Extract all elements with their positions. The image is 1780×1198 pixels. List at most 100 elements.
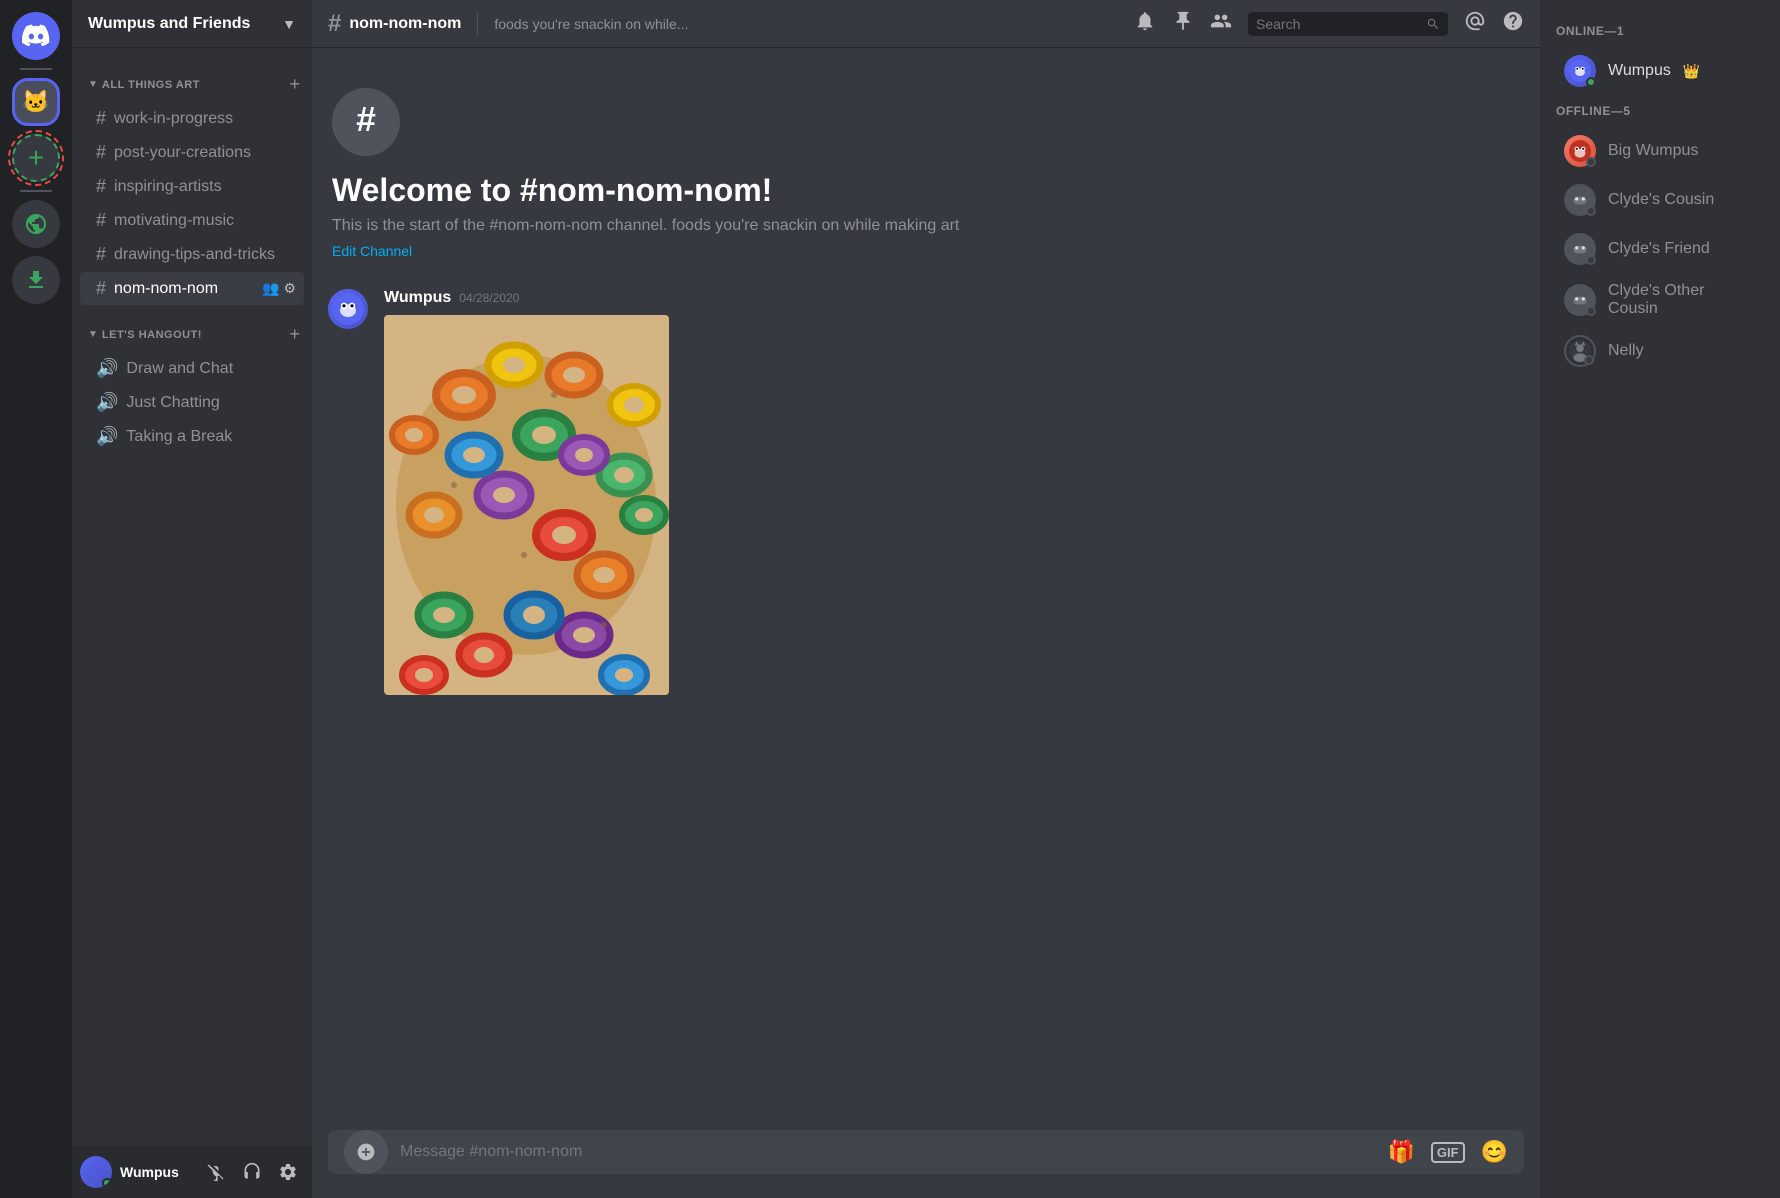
discord-home-button[interactable] — [12, 12, 60, 60]
gift-button[interactable]: 🎁 — [1388, 1139, 1415, 1165]
mute-microphone-button[interactable] — [200, 1156, 232, 1188]
voice-channel-draw-and-chat[interactable]: 🔊 Draw and Chat — [80, 352, 304, 385]
user-controls — [200, 1156, 304, 1188]
channel-inspiring-artists[interactable]: # inspiring-artists — [80, 170, 304, 203]
text-channel-icon: # — [96, 278, 106, 299]
search-input[interactable] — [1256, 16, 1418, 32]
gif-button[interactable]: GIF — [1431, 1142, 1465, 1163]
member-name-nelly: Nelly — [1608, 342, 1644, 360]
notifications-icon[interactable] — [1134, 10, 1156, 38]
voice-channel-icon: 🔊 — [96, 392, 118, 413]
pinned-messages-icon[interactable] — [1172, 10, 1194, 38]
user-area: Wumpus — [72, 1146, 312, 1198]
emoji-button[interactable]: 😊 — [1481, 1139, 1508, 1165]
category-all-things-art[interactable]: ▼ ALL THINGS ART + — [72, 56, 312, 101]
member-name-clydes-other-cousin: Clyde's Other Cousin — [1608, 282, 1756, 318]
member-avatar-big-wumpus — [1564, 135, 1596, 167]
message-author-name: Wumpus — [384, 289, 451, 307]
crown-icon: 👑 — [1683, 63, 1700, 80]
user-name: Wumpus — [120, 1164, 192, 1180]
voice-channel-icon: 🔊 — [96, 358, 118, 379]
channel-sidebar: Wumpus and Friends ▼ ▼ ALL THINGS ART + … — [72, 0, 312, 1198]
welcome-title: Welcome to #nom-nom-nom! — [332, 172, 1520, 209]
chat-area: # Welcome to #nom-nom-nom! This is the s… — [312, 48, 1540, 1130]
category-chevron-icon: ▼ — [88, 79, 98, 90]
voice-channel-name: Taking a Break — [126, 428, 296, 446]
message-header: Wumpus 04/28/2020 — [384, 289, 1524, 307]
member-clydes-cousin[interactable]: Clyde's Cousin — [1548, 176, 1772, 224]
add-server-wrapper: + Add a Server — [12, 134, 60, 182]
category-lets-hangout[interactable]: ▼ LET'S HANGOUT! + — [72, 306, 312, 351]
top-bar-channel-info: # nom-nom-nom — [328, 10, 461, 38]
member-nelly[interactable]: Nelly — [1548, 327, 1772, 375]
help-icon[interactable] — [1502, 10, 1524, 38]
message-input-area: 🎁 GIF 😊 — [312, 1130, 1540, 1198]
voice-channel-name: Draw and Chat — [126, 360, 296, 378]
channel-motivating-music[interactable]: # motivating-music — [80, 204, 304, 237]
main-content: # nom-nom-nom foods you're snackin on wh… — [312, 0, 1540, 1198]
channel-name: work-in-progress — [114, 110, 296, 128]
members-list-icon[interactable] — [1210, 10, 1232, 38]
top-bar-icons — [1134, 10, 1524, 38]
category-name-hangout: LET'S HANGOUT! — [102, 329, 286, 341]
channel-work-in-progress[interactable]: # work-in-progress — [80, 102, 304, 135]
channel-nom-nom-nom[interactable]: # nom-nom-nom 👥 ⚙ — [80, 272, 304, 305]
member-avatar-clydes-cousin — [1564, 184, 1596, 216]
category-name-art: ALL THINGS ART — [102, 79, 286, 91]
welcome-channel-icon: # — [332, 88, 400, 156]
input-actions: 🎁 GIF 😊 — [1388, 1139, 1508, 1165]
text-channel-icon: # — [96, 210, 106, 231]
member-wumpus[interactable]: Wumpus 👑 — [1548, 47, 1772, 95]
settings-icon[interactable]: ⚙ — [283, 280, 296, 297]
add-member-icon[interactable]: 👥 — [262, 280, 279, 297]
text-channel-icon: # — [96, 142, 106, 163]
mentions-icon[interactable] — [1464, 10, 1486, 38]
top-bar-divider — [477, 12, 478, 36]
voice-channel-taking-a-break[interactable]: 🔊 Taking a Break — [80, 420, 304, 453]
server-divider-2 — [20, 190, 52, 192]
text-channel-icon: # — [96, 108, 106, 129]
wumpus-server-icon[interactable]: 🐱 — [12, 78, 60, 126]
server-chevron-icon: ▼ — [282, 16, 296, 32]
top-bar-topic: foods you're snackin on while... — [494, 16, 1118, 32]
category-add-voice-button[interactable]: + — [285, 322, 304, 347]
offline-indicator — [1586, 306, 1596, 316]
edit-channel-link[interactable]: Edit Channel — [332, 243, 412, 259]
server-header[interactable]: Wumpus and Friends ▼ — [72, 0, 312, 48]
member-big-wumpus[interactable]: Big Wumpus — [1548, 127, 1772, 175]
add-attachment-button[interactable] — [344, 1130, 388, 1174]
channel-drawing-tips[interactable]: # drawing-tips-and-tricks — [80, 238, 304, 271]
member-name-clydes-friend: Clyde's Friend — [1608, 240, 1710, 258]
voice-channel-just-chatting[interactable]: 🔊 Just Chatting — [80, 386, 304, 419]
headphones-button[interactable] — [236, 1156, 268, 1188]
download-apps-button[interactable] — [12, 256, 60, 304]
user-avatar — [80, 1156, 112, 1188]
text-channel-icon: # — [96, 244, 106, 265]
message-author-avatar — [328, 289, 368, 329]
user-settings-button[interactable] — [272, 1156, 304, 1188]
offline-members-header: OFFLINE—5 — [1540, 96, 1780, 126]
message-text-input[interactable] — [400, 1132, 1376, 1172]
online-indicator — [1586, 77, 1596, 87]
member-avatar-nelly — [1564, 335, 1596, 367]
member-avatar-clydes-friend — [1564, 233, 1596, 265]
message-image — [384, 315, 684, 695]
member-clydes-friend[interactable]: Clyde's Friend — [1548, 225, 1772, 273]
channel-actions: 👥 ⚙ — [262, 280, 296, 297]
online-status-dot — [102, 1178, 112, 1188]
message-content: Wumpus 04/28/2020 — [384, 289, 1524, 695]
search-icon — [1426, 16, 1440, 32]
search-bar[interactable] — [1248, 12, 1448, 36]
top-bar-channel-name: nom-nom-nom — [349, 15, 461, 33]
online-members-header: ONLINE—1 — [1540, 16, 1780, 46]
add-server-button[interactable]: + — [12, 134, 60, 182]
channel-post-your-creations[interactable]: # post-your-creations — [80, 136, 304, 169]
member-clydes-other-cousin[interactable]: Clyde's Other Cousin — [1548, 274, 1772, 326]
category-add-channel-button[interactable]: + — [285, 72, 304, 97]
voice-channel-name: Just Chatting — [126, 394, 296, 412]
member-name-wumpus: Wumpus — [1608, 62, 1671, 80]
member-name-clydes-cousin: Clyde's Cousin — [1608, 191, 1714, 209]
top-bar-hash-icon: # — [328, 10, 341, 38]
member-name-big-wumpus: Big Wumpus — [1608, 142, 1698, 160]
explore-servers-button[interactable] — [12, 200, 60, 248]
